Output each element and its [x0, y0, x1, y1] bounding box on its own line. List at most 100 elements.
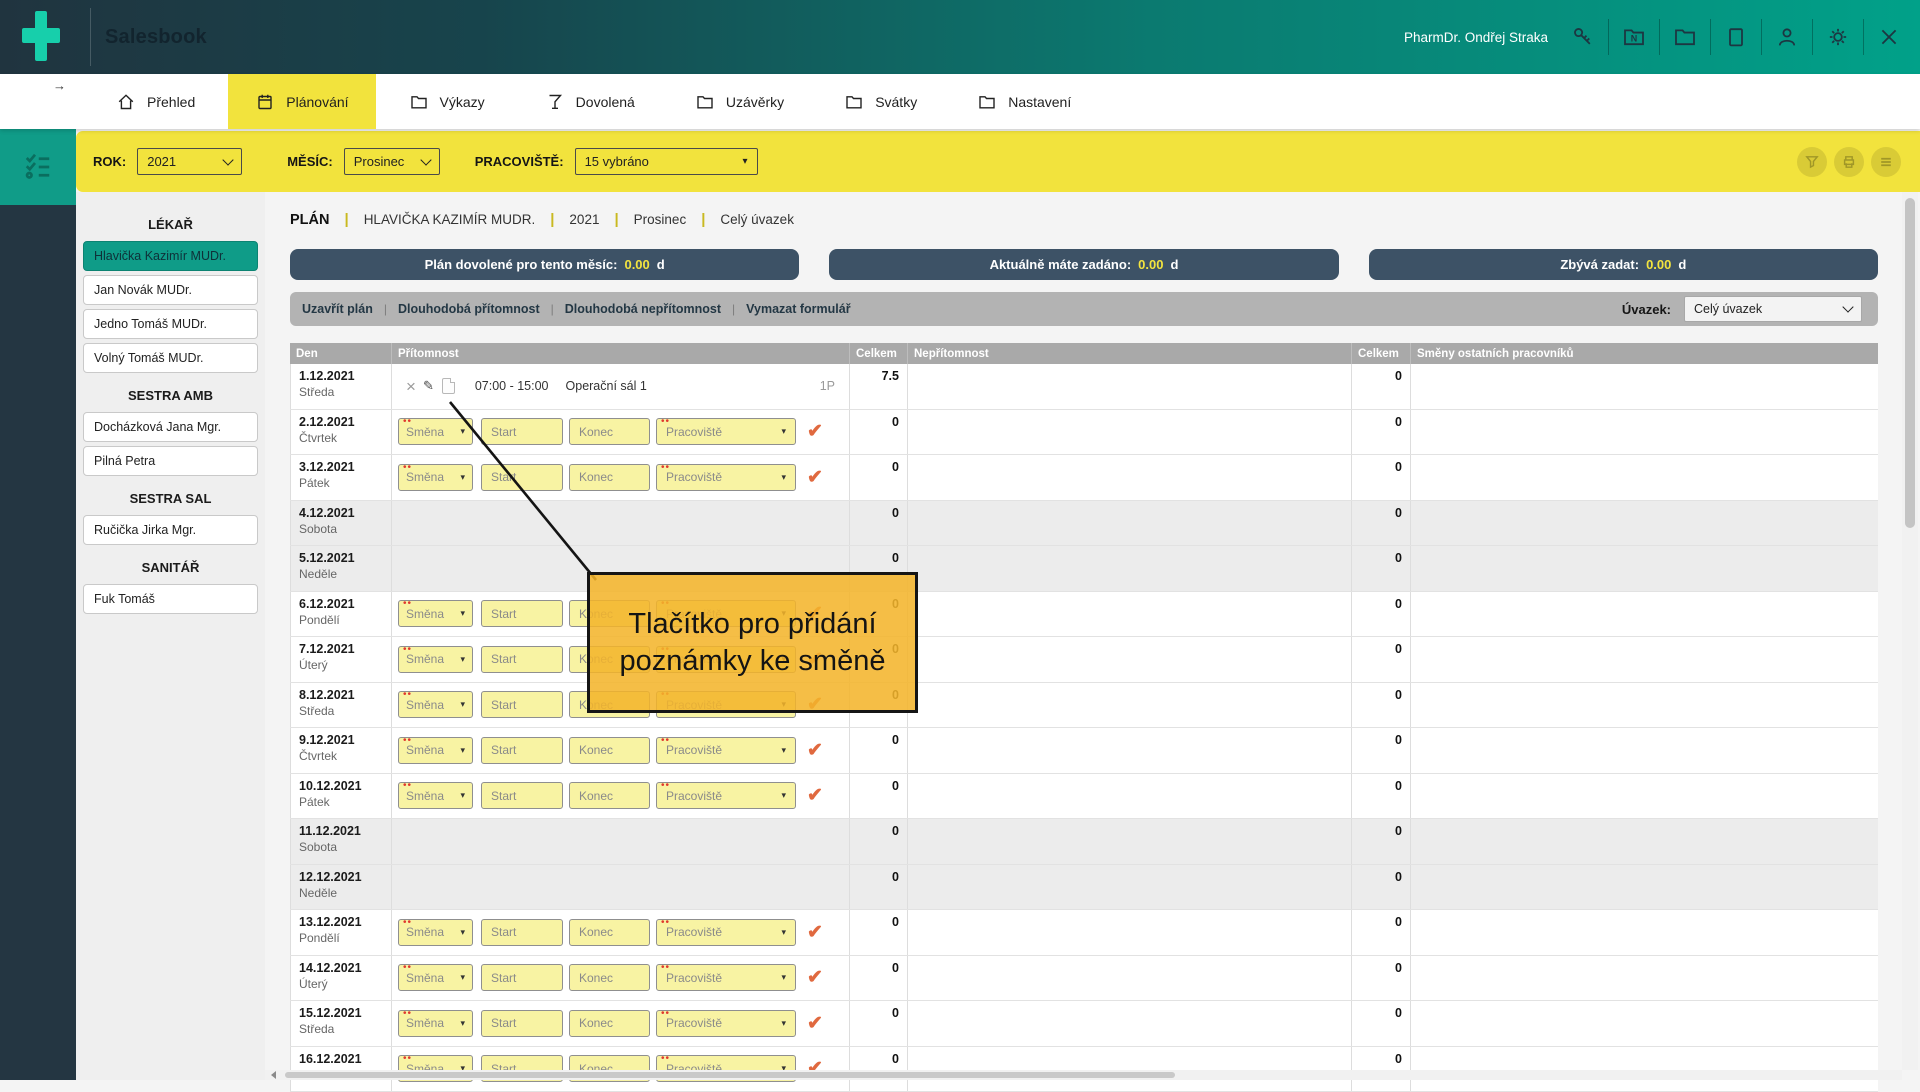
- tab-prehled[interactable]: Přehled: [89, 74, 222, 129]
- uvazek-label: Úvazek:: [1622, 302, 1671, 317]
- workplace-select[interactable]: Pracoviště▾: [656, 782, 796, 809]
- weekday-label: Sobota: [299, 522, 383, 536]
- end-time-input[interactable]: Konec: [569, 418, 650, 445]
- toolbar-action-1[interactable]: Uzavřít plán: [302, 302, 373, 316]
- confirm-shift-button[interactable]: ✔: [807, 422, 823, 441]
- shift-type-select[interactable]: Směna▾: [398, 1010, 473, 1037]
- shift-type-select[interactable]: Směna▾: [398, 737, 473, 764]
- workplace-select[interactable]: Pracoviště▾: [656, 1010, 796, 1037]
- edit-shift-icon[interactable]: ✎: [423, 378, 434, 394]
- tab-dovolena[interactable]: Dovolená: [518, 74, 662, 129]
- sidebar-item-staff[interactable]: Jedno Tomáš MUDr.: [83, 309, 258, 339]
- others-shifts-cell: [1411, 410, 1878, 455]
- start-time-input[interactable]: Start: [481, 691, 563, 718]
- absence-cell: [908, 1001, 1352, 1046]
- sidebar-item-staff[interactable]: Jan Novák MUDr.: [83, 275, 258, 305]
- toolbar-action-3[interactable]: Dlouhodobá nepřítomnost: [565, 302, 721, 316]
- workplace-select[interactable]: Pracoviště▾: [656, 418, 796, 445]
- tab-label: Uzávěrky: [726, 94, 784, 110]
- annotation-text-line2: poznámky ke směně: [620, 643, 886, 679]
- horizontal-scrollbar-thumb[interactable]: [285, 1072, 1175, 1078]
- month-select[interactable]: Prosinec: [344, 148, 440, 175]
- start-time-input[interactable]: Start: [481, 464, 563, 491]
- start-time-input[interactable]: Start: [481, 1010, 563, 1037]
- print-button[interactable]: [1834, 147, 1864, 177]
- key-icon[interactable]: [1568, 22, 1598, 52]
- scroll-left-arrow[interactable]: [271, 1071, 276, 1079]
- tab-nastaveni[interactable]: Nastavení: [950, 74, 1098, 129]
- column-header: Nepřítomnost: [908, 343, 1352, 364]
- end-time-input[interactable]: Konec: [569, 464, 650, 491]
- confirm-shift-button[interactable]: ✔: [807, 468, 823, 487]
- shift-type-select[interactable]: Směna▾: [398, 691, 473, 718]
- confirm-shift-button[interactable]: ✔: [807, 786, 823, 805]
- workplace-filter-select[interactable]: 15 vybráno▾: [575, 148, 758, 175]
- collapse-arrow-icon[interactable]: →: [53, 78, 66, 93]
- workplace-select[interactable]: Pracoviště▾: [656, 737, 796, 764]
- folder-icon[interactable]: [1670, 22, 1700, 52]
- start-time-input[interactable]: Start: [481, 782, 563, 809]
- menu-button[interactable]: [1871, 147, 1901, 177]
- chevron-down-icon: ▾: [460, 972, 465, 983]
- start-time-input[interactable]: Start: [481, 964, 563, 991]
- date-label: 2.12.2021: [299, 415, 383, 429]
- end-time-input[interactable]: Konec: [569, 964, 650, 991]
- uvazek-select[interactable]: Celý úvazek: [1684, 296, 1862, 322]
- workplace-select[interactable]: Pracoviště▾: [656, 919, 796, 946]
- tab-vykazy[interactable]: Výkazy: [382, 74, 512, 129]
- workplace-select[interactable]: Pracoviště▾: [656, 464, 796, 491]
- start-time-input[interactable]: Start: [481, 600, 563, 627]
- gear-icon[interactable]: [1823, 22, 1853, 52]
- toolbar-action-4[interactable]: Vymazat formulář: [746, 302, 850, 316]
- folder-new-icon[interactable]: N: [1619, 22, 1649, 52]
- shift-type-select[interactable]: Směna▾: [398, 646, 473, 673]
- vertical-scrollbar-thumb[interactable]: [1905, 198, 1915, 528]
- sidebar-item-staff[interactable]: Pilná Petra: [83, 446, 258, 476]
- end-time-input[interactable]: Konec: [569, 1010, 650, 1037]
- sidebar-item-staff[interactable]: Volný Tomáš MUDr.: [83, 343, 258, 373]
- sidebar-item-staff[interactable]: Fuk Tomáš: [83, 584, 258, 614]
- shift-type-select[interactable]: Směna▾: [398, 464, 473, 491]
- remove-shift-icon[interactable]: ×: [406, 378, 416, 395]
- start-time-input[interactable]: Start: [481, 737, 563, 764]
- sidebar-item-staff[interactable]: Docházková Jana Mgr.: [83, 412, 258, 442]
- confirm-shift-button[interactable]: ✔: [807, 968, 823, 987]
- end-time-input[interactable]: Konec: [569, 919, 650, 946]
- day-cell: 9.12.2021Čtvrtek: [290, 728, 392, 773]
- date-label: 9.12.2021: [299, 733, 383, 747]
- vertical-scrollbar[interactable]: [1902, 192, 1918, 1070]
- tab-uzaverky[interactable]: Uzávěrky: [668, 74, 811, 129]
- absence-total: 0: [1352, 774, 1411, 819]
- shift-type-select[interactable]: Směna▾: [398, 919, 473, 946]
- folder-icon: [409, 92, 429, 112]
- filter-button[interactable]: [1797, 147, 1827, 177]
- end-time-input[interactable]: Konec: [569, 737, 650, 764]
- end-time-input[interactable]: Konec: [569, 782, 650, 809]
- shift-type-select[interactable]: Směna▾: [398, 600, 473, 627]
- shift-type-select[interactable]: Směna▾: [398, 418, 473, 445]
- horizontal-scrollbar[interactable]: [265, 1070, 1902, 1080]
- shift-type-select[interactable]: Směna▾: [398, 964, 473, 991]
- weekday-label: Středa: [299, 1022, 383, 1036]
- start-time-input[interactable]: Start: [481, 919, 563, 946]
- checklist-icon[interactable]: [0, 129, 76, 205]
- shift-type-select[interactable]: Směna▾: [398, 782, 473, 809]
- add-note-icon[interactable]: [442, 378, 455, 394]
- close-icon[interactable]: [1874, 22, 1904, 52]
- confirm-shift-button[interactable]: ✔: [807, 923, 823, 942]
- sidebar-item-staff[interactable]: Hlavička Kazimír MUDr.: [83, 241, 258, 271]
- tab-planovani[interactable]: Plánování: [228, 74, 375, 129]
- confirm-shift-button[interactable]: ✔: [807, 741, 823, 760]
- year-select[interactable]: 2021: [137, 148, 242, 175]
- chevron-down-icon: ▾: [781, 790, 786, 801]
- tab-svatky[interactable]: Svátky: [817, 74, 944, 129]
- user-icon[interactable]: [1772, 22, 1802, 52]
- confirm-shift-button[interactable]: ✔: [807, 1014, 823, 1033]
- start-time-input[interactable]: Start: [481, 646, 563, 673]
- start-time-input[interactable]: Start: [481, 418, 563, 445]
- window-icon[interactable]: [1721, 22, 1751, 52]
- sidebar-item-staff[interactable]: Ručička Jirka Mgr.: [83, 515, 258, 545]
- chevron-down-icon: [420, 154, 431, 165]
- toolbar-action-2[interactable]: Dlouhodobá přítomnost: [398, 302, 540, 316]
- workplace-select[interactable]: Pracoviště▾: [656, 964, 796, 991]
